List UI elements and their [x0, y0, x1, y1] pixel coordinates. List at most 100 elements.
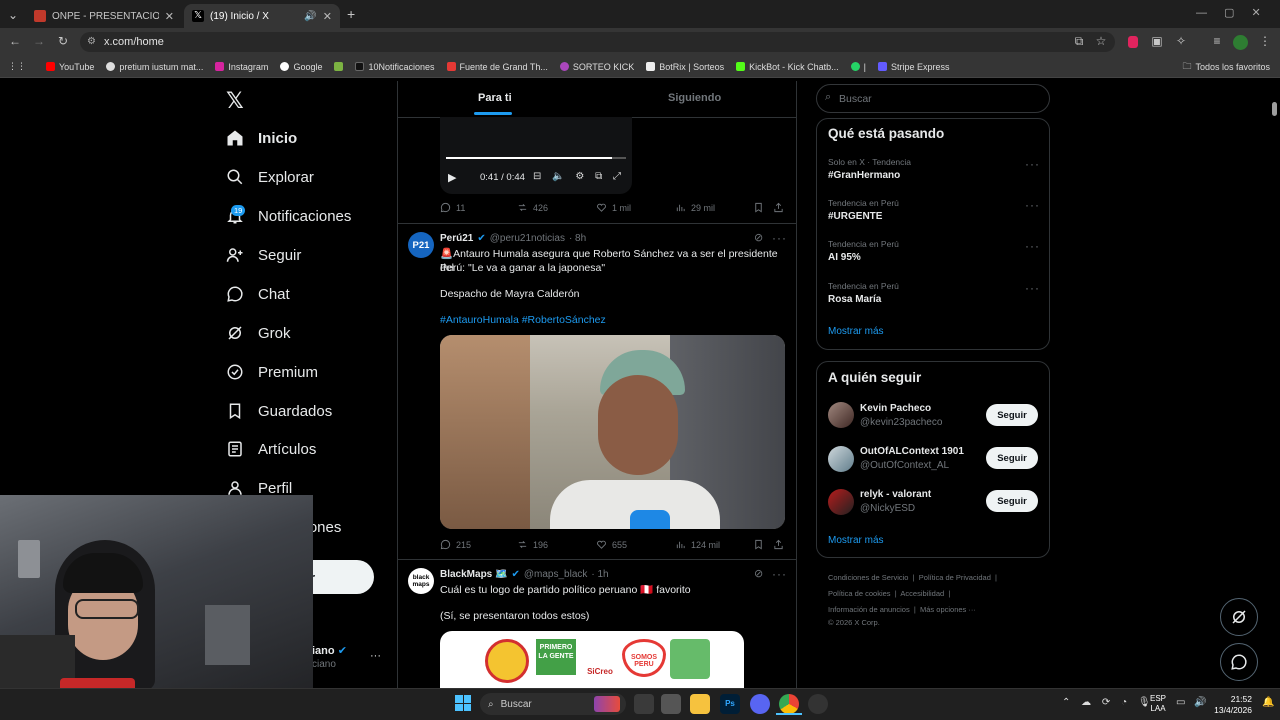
trend-item[interactable]: Tendencia en Perú Rosa María ··· [828, 281, 1040, 305]
video-player[interactable] [440, 117, 632, 194]
tweet-media-image[interactable] [440, 335, 785, 529]
trend-item[interactable]: Solo en X · Tendencia #GranHermano ··· [828, 157, 1040, 181]
bookmark-whatsapp[interactable]: | [845, 62, 872, 72]
sidebar-item-explorar[interactable]: Explorar [226, 165, 314, 189]
video-controls[interactable]: ⊟ 🔈 ⚙ ⧉ ⤢ [533, 171, 621, 182]
notifications-icon[interactable]: 🔔 [1262, 697, 1274, 708]
account-name[interactable]: iano ✔ [312, 644, 347, 657]
bookmark-icon-only[interactable] [328, 62, 349, 71]
show-more-link[interactable]: Mostrar más [828, 326, 884, 337]
chrome-icon[interactable] [779, 694, 799, 714]
scrollbar-thumb[interactable] [1272, 102, 1277, 116]
x-logo-icon[interactable]: 𝕏 [226, 88, 244, 114]
more-icon[interactable]: ··· [1025, 157, 1040, 171]
back-icon[interactable]: ← [6, 34, 24, 48]
tab-x-home[interactable]: 𝕏 (19) Inicio / X 🔊 ✕ [184, 4, 340, 28]
apps-icon[interactable]: ⋮⋮ [0, 61, 32, 72]
account-more-icon[interactable]: ··· [370, 650, 381, 662]
bookmark-stripe[interactable]: Stripe Express [872, 62, 956, 72]
avatar[interactable]: black maps [408, 568, 434, 594]
tab-para-ti[interactable]: Para ti [478, 92, 512, 104]
views-button[interactable]: 29 mil [675, 202, 715, 213]
author-handle[interactable]: @maps_black [524, 569, 588, 580]
chat-floating-button[interactable] [1220, 643, 1258, 681]
app-icon[interactable] [808, 694, 828, 714]
extension-icon[interactable]: ▣ [1148, 34, 1166, 48]
bookmark-botrix[interactable]: BotRix | Sorteos [640, 62, 730, 72]
share-button[interactable] [773, 202, 784, 213]
more-icon[interactable]: ··· [1025, 281, 1040, 295]
footer-link[interactable]: Información de anuncios [828, 605, 910, 614]
like-button[interactable]: 655 [596, 539, 627, 550]
share-button[interactable] [773, 539, 784, 550]
tweet-media-image[interactable]: PRIMERO LA GENTE SiCreo SOMOS PERU [440, 631, 744, 688]
windows-start-icon[interactable] [455, 695, 471, 711]
sidebar-item-guardados[interactable]: Guardados [226, 399, 332, 423]
reload-icon[interactable]: ↻ [54, 34, 72, 48]
retweet-button[interactable]: 196 [517, 539, 548, 550]
reply-button[interactable]: 215 [440, 539, 471, 550]
footer-link[interactable]: Más opciones ··· [920, 605, 976, 614]
suggested-user-name[interactable]: relyk - valorant [860, 489, 931, 500]
footer-link[interactable]: Condiciones de Servicio [828, 573, 908, 582]
bookmark-kickbot[interactable]: KickBot - Kick Chatb... [730, 62, 845, 72]
follow-button[interactable]: Seguir [986, 490, 1038, 512]
hashtag-links[interactable]: #AntauroHumala #RobertoSánchez [440, 314, 606, 326]
more-icon[interactable]: ··· [1025, 239, 1040, 253]
tab-siguiendo[interactable]: Siguiendo [668, 92, 721, 104]
discord-icon[interactable] [750, 694, 770, 714]
search-input[interactable]: ⌕ Buscar [816, 84, 1050, 113]
retweet-button[interactable]: 426 [517, 202, 548, 213]
bookmark-google[interactable]: Google [274, 62, 328, 72]
follow-button[interactable]: Seguir [986, 404, 1038, 426]
bookmark-fuente-gta[interactable]: Fuente de Grand Th... [441, 62, 554, 72]
sidebar-item-inicio[interactable]: Inicio [226, 126, 297, 150]
bookmark-button[interactable] [753, 539, 764, 550]
more-icon[interactable]: ··· [772, 231, 787, 245]
clock[interactable]: 21:52 13/4/2026 [1210, 694, 1252, 716]
suggested-user-name[interactable]: OutOfALContext 1901 [860, 446, 964, 457]
window-controls[interactable]: — ▢ ✕ [1196, 6, 1261, 19]
sidebar-item-articulos[interactable]: Artículos [226, 437, 316, 461]
close-icon[interactable]: ✕ [165, 10, 174, 23]
bookmark-instagram[interactable]: Instagram [209, 62, 274, 72]
all-bookmarks[interactable]: 🗀 Todos los favoritos [1176, 59, 1280, 75]
new-tab-button[interactable]: + [347, 6, 355, 22]
extension-icon[interactable] [1128, 36, 1138, 48]
sidebar-item-notificaciones[interactable]: Notificaciones [226, 204, 351, 228]
app-icon[interactable] [661, 694, 681, 714]
grok-floating-button[interactable] [1220, 598, 1258, 636]
footer-link[interactable]: Accesibilidad [900, 589, 944, 598]
grok-icon[interactable]: ⊘ [754, 567, 763, 580]
menu-icon[interactable]: ⋮ [1256, 34, 1274, 48]
more-icon[interactable]: ··· [1025, 198, 1040, 212]
profile-avatar[interactable] [1233, 35, 1248, 50]
sidebar-item-seguir[interactable]: Seguir [226, 243, 301, 267]
like-button[interactable]: 1 mil [596, 202, 631, 213]
tweet-time[interactable]: · 1h [591, 569, 608, 580]
views-button[interactable]: 124 mil [675, 539, 720, 550]
avatar[interactable] [828, 446, 854, 472]
system-tray-icons[interactable]: ⌃ ☁ ⟳ ◔ 🎙 [1062, 697, 1151, 708]
sidebar-item-premium[interactable]: Premium [226, 360, 318, 384]
sidebar-item-grok[interactable]: Grok [226, 321, 291, 345]
suggested-user-name[interactable]: Kevin Pacheco [860, 403, 931, 414]
speaker-icon[interactable]: 🔊 [304, 11, 316, 22]
follow-button[interactable]: Seguir [986, 447, 1038, 469]
footer-link[interactable]: Política de Privacidad [919, 573, 991, 582]
avatar[interactable] [828, 489, 854, 515]
site-info-icon[interactable]: ⚙ [87, 36, 96, 47]
address-bar[interactable]: ⚙ x.com/home [80, 32, 1115, 52]
bookmark-10notificaciones[interactable]: 10Notificaciones [349, 62, 440, 72]
play-icon[interactable]: ▶ [448, 171, 456, 184]
footer-link[interactable]: Política de cookies [828, 589, 891, 598]
bookmark-sorteo-kick[interactable]: SORTEO KICK [554, 62, 640, 72]
puzzle-icon[interactable]: ✧ [1172, 34, 1190, 48]
tab-search-icon[interactable]: ⌄ [4, 8, 22, 22]
taskbar-search[interactable]: ⌕ Buscar [480, 693, 626, 715]
grok-icon[interactable]: ⊘ [754, 231, 763, 244]
file-explorer-icon[interactable] [690, 694, 710, 714]
network-volume-icons[interactable]: ▭ 🔊 [1176, 697, 1207, 708]
trend-item[interactable]: Tendencia en Perú AI 95% ··· [828, 239, 1040, 263]
star-icon[interactable]: ☆ [1092, 34, 1110, 48]
